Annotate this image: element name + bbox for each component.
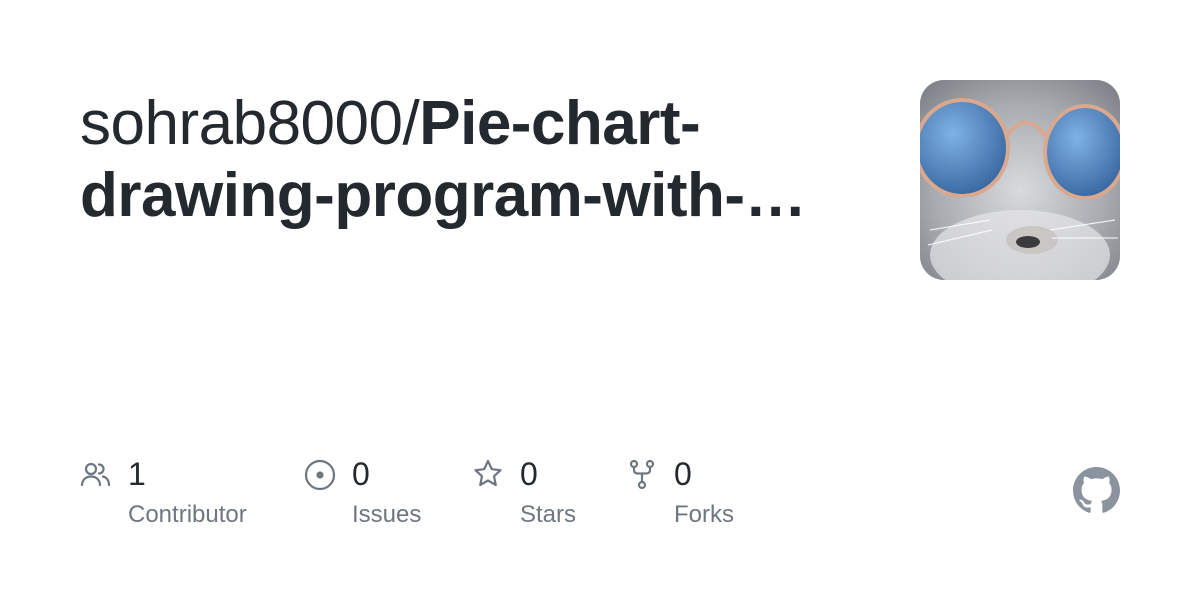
repo-stats: 1 Contributor 0 Issues 0 Stars 0 Forks — [80, 456, 980, 536]
repo-title: sohrab8000/Pie-chart-drawing-program-wit… — [80, 88, 860, 232]
owner-avatar — [920, 80, 1120, 280]
github-logo-icon[interactable] — [1073, 467, 1120, 514]
contributors-count: 1 — [128, 456, 146, 492]
forks-label: Forks — [674, 501, 734, 528]
stat-stars[interactable]: 0 Stars — [472, 456, 612, 536]
contributors-label: Contributor — [128, 501, 247, 528]
issues-count: 0 — [352, 456, 370, 492]
forks-count: 0 — [674, 456, 692, 492]
people-icon — [80, 458, 112, 490]
issues-label: Issues — [352, 501, 422, 528]
repo-owner: sohrab8000/ — [80, 89, 420, 158]
stat-issues[interactable]: 0 Issues — [304, 456, 464, 536]
avatar-image — [920, 80, 1120, 280]
fork-icon — [626, 458, 658, 490]
stars-label: Stars — [520, 501, 577, 528]
issue-circle-icon — [304, 458, 336, 491]
stars-count: 0 — [520, 456, 538, 492]
star-icon — [472, 458, 504, 490]
stat-contributors[interactable]: 1 Contributor — [80, 456, 280, 536]
stat-forks[interactable]: 0 Forks — [626, 456, 786, 536]
